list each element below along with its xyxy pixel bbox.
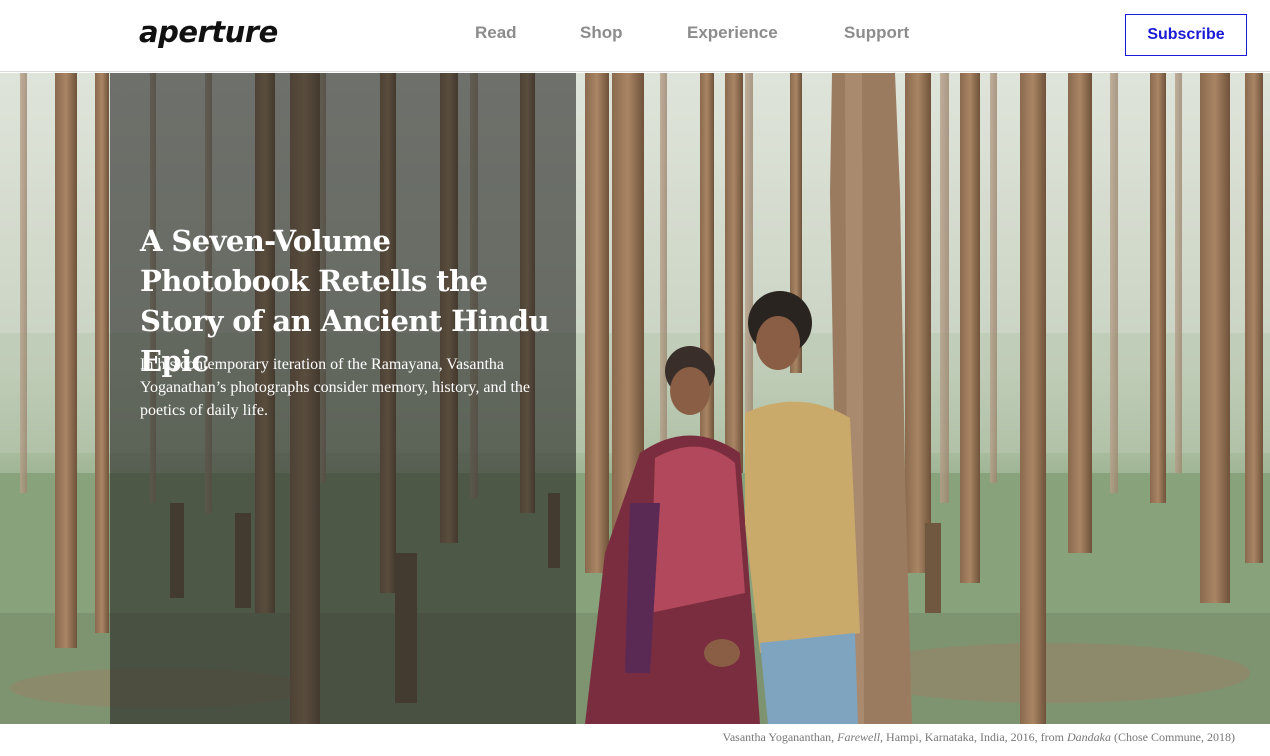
- site-header: aperture Read Shop Experience Support Su…: [0, 0, 1270, 72]
- caption-publisher: (Chose Commune, 2018): [1111, 730, 1235, 744]
- nav-read[interactable]: Read: [475, 22, 517, 44]
- nav-support[interactable]: Support: [844, 22, 909, 44]
- nav-shop[interactable]: Shop: [580, 22, 623, 44]
- caption-book-title: Dandaka: [1067, 730, 1111, 744]
- hero[interactable]: A Seven-Volume Photobook Retells the Sto…: [0, 73, 1270, 724]
- hero-dek: In his contemporary iteration of the Ram…: [140, 356, 531, 419]
- caption-details: , Hampi, Karnataka, India, 2016, from: [880, 730, 1067, 744]
- aperture-logo[interactable]: aperture: [139, 12, 278, 52]
- caption-work-title: Farewell: [837, 730, 881, 744]
- nav-experience[interactable]: Experience: [687, 22, 778, 44]
- photo-caption: Vasantha Yogananthan, Farewell, Hampi, K…: [723, 729, 1236, 745]
- subscribe-button[interactable]: Subscribe: [1125, 14, 1247, 56]
- caption-artist: Vasantha Yogananthan,: [722, 730, 838, 744]
